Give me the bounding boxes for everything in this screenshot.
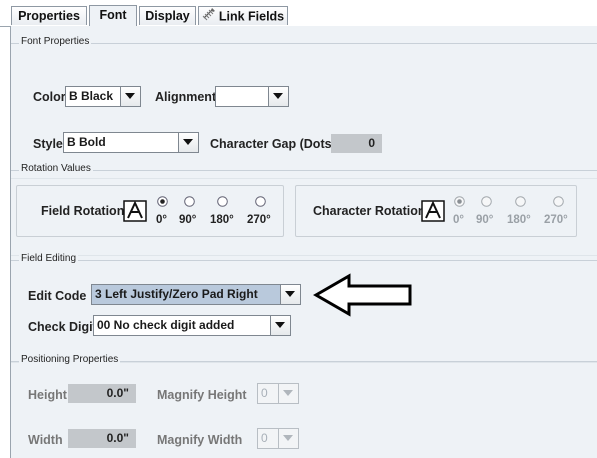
height-label: Height <box>28 388 67 402</box>
link-icon <box>202 7 216 27</box>
tab-font-label: Font <box>99 8 127 22</box>
magnify-height-select[interactable]: 0 <box>257 383 299 404</box>
alignment-label: Alignment <box>155 90 217 104</box>
tab-properties-label: Properties <box>18 9 80 23</box>
tab-strip: Properties Font Display Link Fields <box>0 0 597 27</box>
style-select[interactable]: B Bold <box>63 132 199 153</box>
character-rotation-radio-270[interactable] <box>553 196 564 207</box>
check-digit-select[interactable]: 00 No check digit added <box>93 315 291 336</box>
alignment-select[interactable] <box>215 86 289 107</box>
character-gap-label: Character Gap (Dots) <box>210 137 336 151</box>
field-editing-title: Field Editing <box>19 253 79 264</box>
field-rotation-radio-180[interactable] <box>217 196 228 207</box>
chevron-down-icon[interactable] <box>280 285 300 304</box>
width-field[interactable]: 0.0" <box>68 429 136 448</box>
tab-display[interactable]: Display <box>139 6 196 25</box>
magnify-width-value: 0 <box>261 431 268 445</box>
color-select[interactable]: B Black <box>65 86 141 107</box>
chevron-down-icon[interactable] <box>278 384 298 403</box>
field-rotation-group: Field Rotation 0° 90° 180° 270° <box>16 185 284 237</box>
character-rotation-radio-180[interactable] <box>515 196 526 207</box>
positioning-properties-section: Positioning Properties Height 0.0" Magni… <box>11 354 597 458</box>
magnify-height-label: Magnify Height <box>157 388 247 402</box>
magnify-width-label: Magnify Width <box>157 433 243 447</box>
rotation-values-section: Rotation Values Field Rotation 0° 90° 18… <box>11 163 597 256</box>
check-digit-label: Check Digit <box>28 320 97 334</box>
rotation-a-icon <box>123 200 147 227</box>
chevron-down-icon[interactable] <box>178 133 198 152</box>
character-rotation-group: Character Rotation 0° 90° 180° 270° <box>295 185 577 237</box>
tab-link-fields[interactable]: Link Fields <box>198 6 288 25</box>
field-rotation-90-label: 90° <box>179 214 197 226</box>
chevron-down-icon[interactable] <box>120 87 140 106</box>
check-digit-value: 00 No check digit added <box>97 318 235 332</box>
font-properties-section: Font Properties Color B Black Alignment … <box>11 36 597 179</box>
color-label: Color <box>33 90 66 104</box>
field-rotation-label: Field Rotation <box>41 204 125 218</box>
field-rotation-0-label: 0° <box>156 214 167 226</box>
edit-code-label: Edit Code <box>28 289 87 303</box>
field-rotation-180-label: 180° <box>210 214 234 226</box>
arrow-left-icon <box>312 273 413 322</box>
character-rotation-radio-0[interactable] <box>454 196 465 207</box>
character-gap-field[interactable]: 0 <box>331 134 382 153</box>
style-value: B Bold <box>67 135 106 149</box>
color-value: B Black <box>69 89 114 103</box>
edit-code-value: 3 Left Justify/Zero Pad Right <box>95 287 258 301</box>
field-editing-section: Field Editing Edit Code 3 Left Justify/Z… <box>11 253 597 363</box>
rotation-a-icon <box>421 200 445 227</box>
field-rotation-270-label: 270° <box>247 214 271 226</box>
tab-display-label: Display <box>145 9 190 23</box>
width-label: Width <box>28 433 63 447</box>
style-label: Style <box>33 137 63 151</box>
tab-font[interactable]: Font <box>89 5 137 27</box>
tab-properties[interactable]: Properties <box>11 6 87 25</box>
field-rotation-radio-0[interactable] <box>157 196 168 207</box>
character-rotation-180-label: 180° <box>507 214 531 226</box>
font-panel: Font Properties Color B Black Alignment … <box>10 26 597 458</box>
chevron-down-icon[interactable] <box>278 429 298 448</box>
edit-code-select[interactable]: 3 Left Justify/Zero Pad Right <box>91 284 301 305</box>
character-rotation-radio-90[interactable] <box>481 196 492 207</box>
character-rotation-270-label: 270° <box>544 214 568 226</box>
font-properties-title: Font Properties <box>19 36 92 47</box>
field-rotation-radio-90[interactable] <box>184 196 195 207</box>
tab-link-fields-label: Link Fields <box>218 9 285 24</box>
character-rotation-label: Character Rotation <box>313 204 426 218</box>
rotation-values-title: Rotation Values <box>19 163 93 174</box>
field-rotation-radio-270[interactable] <box>255 196 266 207</box>
magnify-height-value: 0 <box>261 386 268 400</box>
height-field[interactable]: 0.0" <box>68 384 136 403</box>
character-rotation-90-label: 90° <box>476 214 494 226</box>
chevron-down-icon[interactable] <box>270 316 290 335</box>
positioning-properties-title: Positioning Properties <box>19 354 121 365</box>
character-rotation-0-label: 0° <box>453 214 464 226</box>
magnify-width-select[interactable]: 0 <box>257 428 299 449</box>
chevron-down-icon[interactable] <box>268 87 288 106</box>
